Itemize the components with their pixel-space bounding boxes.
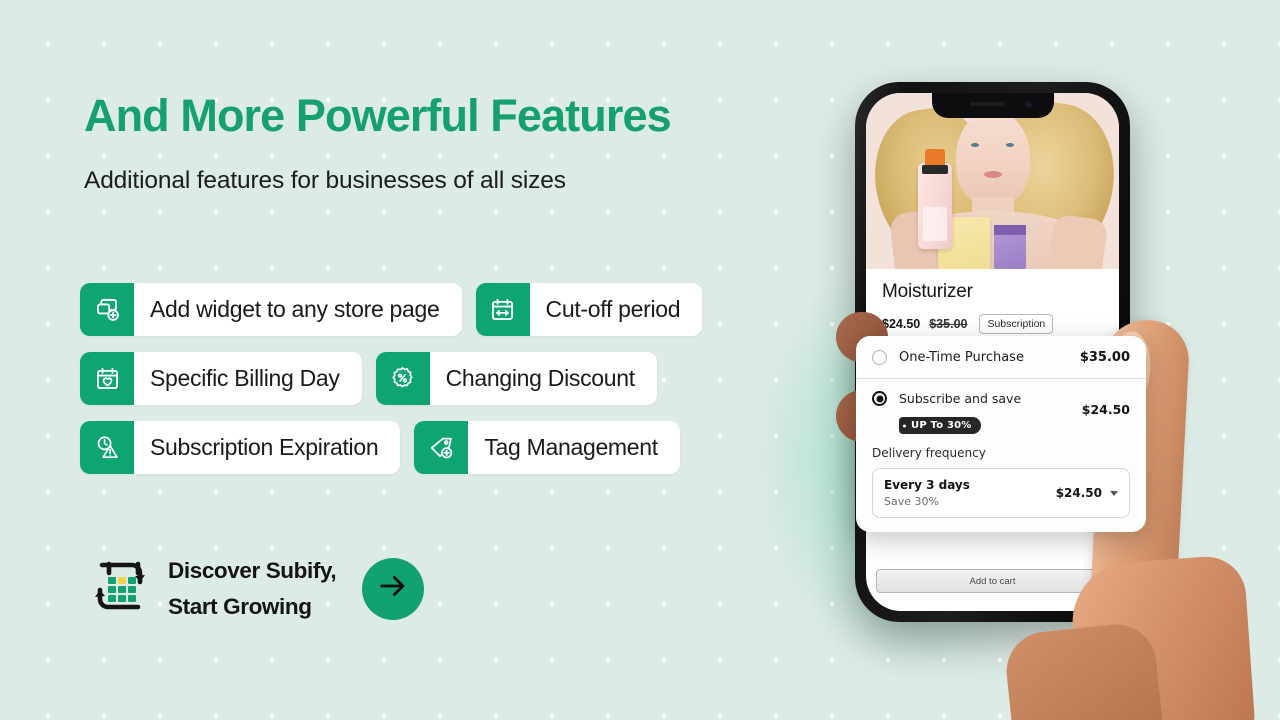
frequency-price: $24.50: [1055, 486, 1102, 500]
percent-badge-icon: [375, 352, 430, 405]
feature-pill-tag-management[interactable]: Tag Management: [414, 421, 680, 474]
subscription-widget: One-Time Purchase $35.00 Subscribe and s…: [856, 336, 1146, 532]
feature-pill-label: Subscription Expiration: [150, 434, 379, 460]
feature-pill-label: Specific Billing Day: [150, 365, 340, 391]
feature-pill-changing-discount[interactable]: Changing Discount: [375, 352, 657, 405]
subscribe-and-save-option[interactable]: Subscribe and save UP To 30% $24.50 Deli…: [856, 379, 1146, 532]
cta-block[interactable]: Discover Subify, Start Growing: [86, 552, 425, 625]
page-title: And More Powerful Features: [84, 90, 672, 141]
discount-badge: UP To 30%: [899, 417, 981, 434]
feature-pill-subscription-expiration[interactable]: Subscription Expiration: [80, 421, 401, 474]
feature-pill-row: Specific Billing Day Changing Discount: [80, 352, 840, 405]
feature-pill-add-widget[interactable]: Add widget to any store page: [80, 283, 462, 336]
feature-pill-label: Changing Discount: [445, 365, 636, 391]
feature-pill-specific-billing-day[interactable]: Specific Billing Day: [80, 352, 362, 405]
feature-pill-cut-off-period[interactable]: Cut-off period: [475, 283, 703, 336]
calendar-heart-icon: [80, 352, 134, 405]
front-camera-icon: [1024, 101, 1032, 108]
add-widget-icon: [80, 283, 134, 336]
product-photo: [866, 93, 1119, 269]
current-price: $24.50: [882, 317, 921, 331]
frequency-name: Every 3 days: [884, 478, 970, 492]
add-to-cart-area: Add to cart: [866, 569, 1119, 593]
cta-line-1: Discover Subify,: [168, 557, 337, 583]
product-title: Moisturizer: [882, 281, 973, 302]
feature-pill-label: Tag Management: [484, 434, 658, 460]
page-subtitle: Additional features for businesses of al…: [84, 166, 566, 194]
earpiece-speaker: [969, 102, 1004, 106]
one-time-purchase-option[interactable]: One-Time Purchase $35.00: [856, 336, 1146, 378]
slide-canvas: And More Powerful Features Additional fe…: [0, 0, 1280, 720]
original-price: $35.00: [929, 317, 968, 331]
price-row: $24.50 $35.00 Subscription: [882, 314, 1103, 334]
cta-arrow-button[interactable]: [362, 557, 425, 620]
subscribe-label: Subscribe and save: [899, 391, 1022, 406]
radio-subscribe[interactable]: [872, 391, 887, 406]
subify-calendar-refresh-logo: [86, 552, 154, 625]
hero-text-block: And More Powerful Features Additional fe…: [84, 90, 784, 195]
hand-wrist: [1002, 620, 1164, 720]
subscription-tag: Subscription: [979, 314, 1054, 334]
feature-pill-row: Subscription Expiration Tag Management: [80, 421, 840, 474]
tag-plus-icon: [414, 421, 469, 474]
feature-pill-label: Cut-off period: [545, 296, 681, 322]
radio-one-time[interactable]: [872, 350, 887, 365]
feature-pill-row: Add widget to any store page Cut-off per…: [80, 283, 840, 336]
delivery-frequency-select[interactable]: Every 3 days Save 30% $24.50: [872, 468, 1130, 518]
add-to-cart-button[interactable]: Add to cart: [876, 569, 1109, 593]
feature-pill-label: Add widget to any store page: [150, 296, 440, 322]
cta-text: Discover Subify, Start Growing: [168, 553, 337, 625]
one-time-price: $35.00: [1079, 350, 1130, 365]
frequency-save: Save 30%: [884, 495, 939, 508]
cta-line-2: Start Growing: [168, 593, 312, 619]
feature-pill-list: Add widget to any store page Cut-off per…: [80, 283, 840, 490]
arrow-right-icon: [376, 569, 410, 608]
clock-warning-icon: [80, 421, 134, 474]
phone-notch: [931, 93, 1054, 118]
calendar-arrows-icon: [475, 283, 530, 336]
subscribe-price: $24.50: [1081, 402, 1130, 417]
chevron-down-icon[interactable]: [1110, 490, 1118, 496]
one-time-label: One-Time Purchase: [899, 350, 1024, 365]
delivery-frequency-label: Delivery frequency: [872, 446, 986, 460]
